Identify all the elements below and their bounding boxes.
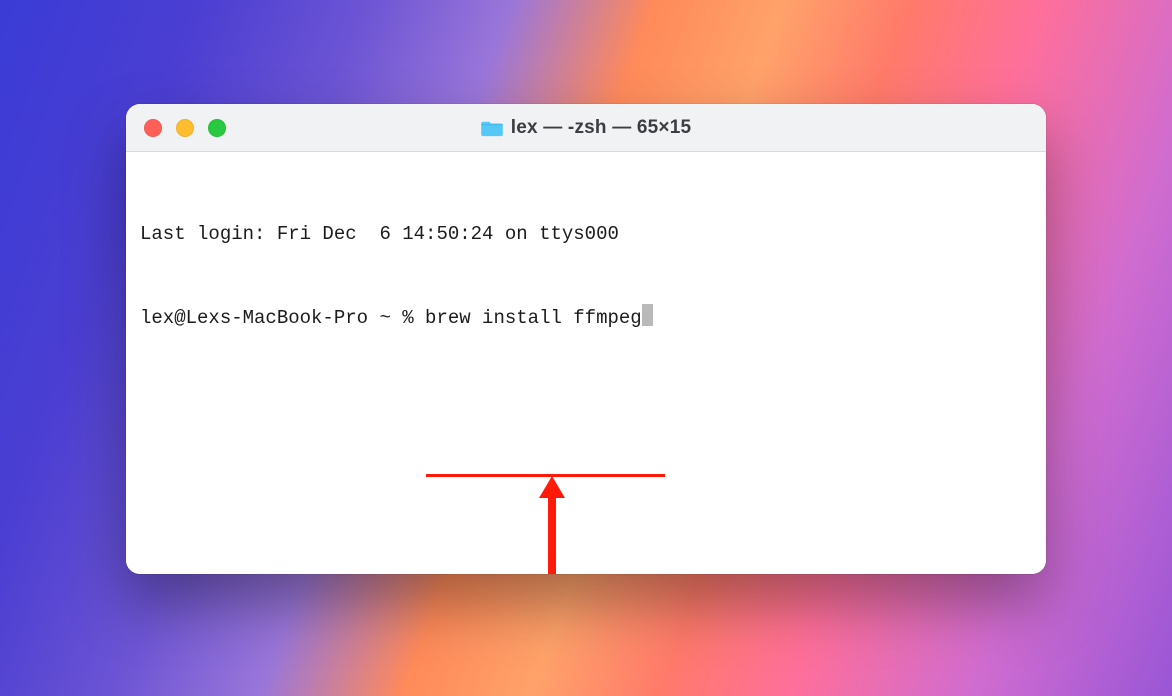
annotation-arrow-icon: [537, 476, 567, 574]
minimize-button[interactable]: [176, 119, 194, 137]
zoom-button[interactable]: [208, 119, 226, 137]
last-login-line: Last login: Fri Dec 6 14:50:24 on ttys00…: [140, 220, 1032, 248]
cursor: [642, 304, 653, 326]
prompt-line: lex@Lexs-MacBook-Pro ~ % brew install ff…: [140, 304, 1032, 332]
close-button[interactable]: [144, 119, 162, 137]
folder-icon: [481, 119, 503, 137]
traffic-lights: [144, 119, 226, 137]
shell-command: brew install ffmpeg: [425, 304, 642, 332]
window-title-text: lex — -zsh — 65×15: [511, 117, 692, 139]
annotation-overlay: [140, 416, 208, 528]
shell-prompt: lex@Lexs-MacBook-Pro ~ %: [140, 304, 425, 332]
window-title-bar[interactable]: lex — -zsh — 65×15: [126, 104, 1046, 152]
terminal-body[interactable]: Last login: Fri Dec 6 14:50:24 on ttys00…: [126, 152, 1046, 574]
terminal-window: lex — -zsh — 65×15 Last login: Fri Dec 6…: [126, 104, 1046, 574]
annotation-underline: [426, 474, 665, 477]
window-title: lex — -zsh — 65×15: [126, 117, 1046, 139]
